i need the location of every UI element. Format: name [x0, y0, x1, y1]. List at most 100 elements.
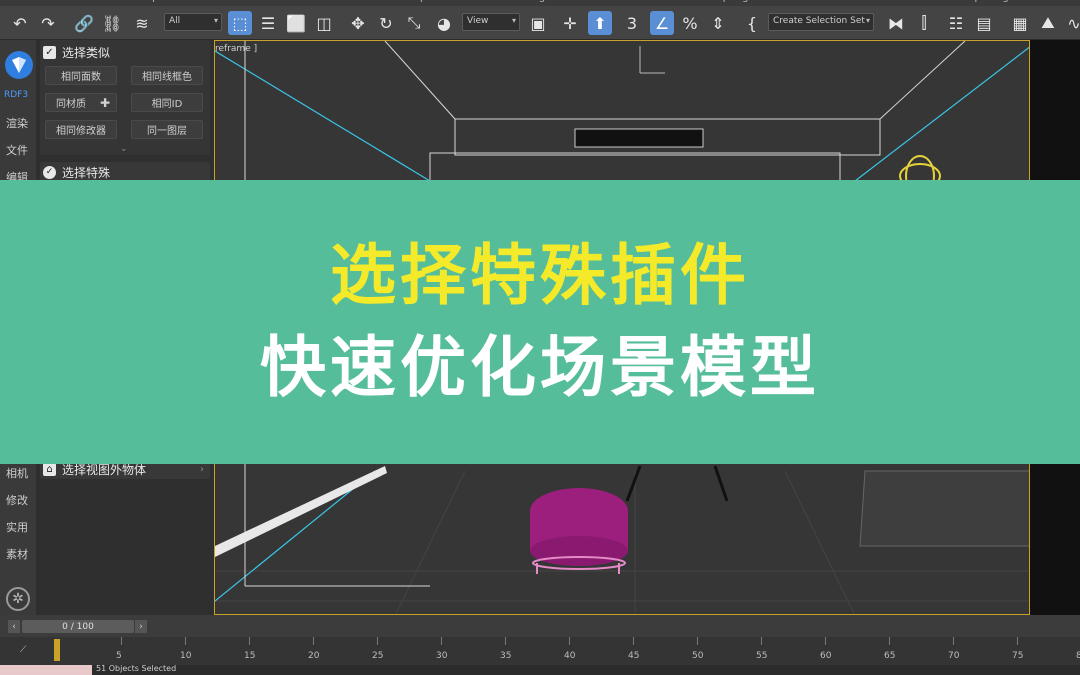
timeline-tick-label: 5 — [116, 651, 122, 661]
ribbon-icon[interactable]: ▦ — [1008, 11, 1032, 35]
maxscript-listener-mini[interactable] — [0, 665, 92, 675]
percent-snap-icon[interactable]: % — [678, 11, 702, 35]
toggle-layer-explorer-icon[interactable]: ▤ — [972, 11, 996, 35]
rail-tab-assets[interactable]: 素材 — [6, 546, 28, 562]
time-slider-handle[interactable]: 0 / 100 — [22, 620, 134, 633]
angle-snap-icon[interactable]: ∠ — [650, 11, 674, 35]
reference-coordinate-dropdown[interactable]: View — [462, 13, 520, 31]
rectangular-selection-icon[interactable]: ⬜ — [284, 11, 308, 35]
menu-item[interactable]: Civil View — [562, 0, 610, 3]
time-slider: ‹ 0 / 100 › — [0, 615, 1080, 637]
same-layer-button[interactable]: 同一图层 — [131, 120, 203, 139]
menu-item[interactable]: Arnold — [908, 0, 940, 3]
link-icon[interactable]: 🔗 — [72, 11, 96, 35]
curve-editor-icon[interactable]: ⛰ — [1036, 11, 1060, 35]
collapse-chevron-icon[interactable]: ⌄ — [120, 144, 128, 154]
rail-tab-modify[interactable]: 修改 — [6, 492, 28, 508]
chevron-right-icon[interactable]: › — [200, 464, 204, 475]
track-bar[interactable]: ⟋ 5 10 15 20 25 30 35 40 45 50 55 60 65 70 75 80 — [0, 637, 1080, 665]
select-special-title: 选择特殊 — [62, 165, 111, 180]
undo-icon[interactable]: ↶ — [8, 11, 32, 35]
spinner-snap-icon[interactable]: ⇕ — [706, 11, 730, 35]
timeline-tick-label: 50 — [692, 651, 704, 661]
menu-item[interactable]: Modifiers — [266, 0, 312, 3]
timeline-tick-label: 65 — [884, 651, 896, 661]
current-frame-marker[interactable] — [54, 639, 60, 661]
schematic-view-icon[interactable]: ∿ — [1062, 11, 1080, 35]
timeline-tick-label: 80 — [1076, 651, 1080, 661]
same-id-button[interactable]: 相同ID — [131, 93, 203, 112]
timeline-tick-label: 70 — [948, 651, 960, 661]
settings-gear-icon[interactable]: ✲ — [6, 587, 30, 611]
timeline-tick-label: 25 — [372, 651, 384, 661]
selection-filter-dropdown[interactable]: All — [164, 13, 222, 31]
select-object-icon[interactable]: ⬚ — [228, 11, 252, 35]
same-material-button[interactable]: 同材质 ✚ — [45, 93, 117, 112]
banner-headline: 选择特殊插件 — [330, 237, 750, 314]
same-face-count-button[interactable]: 相同面数 — [45, 66, 117, 85]
timeline-tick-label: 15 — [244, 651, 256, 661]
rail-tab-camera[interactable]: 相机 — [6, 465, 28, 481]
edit-named-selection-icon[interactable]: { — [740, 11, 764, 35]
move-icon[interactable]: ✥ — [346, 11, 370, 35]
rail-tab-utility[interactable]: 实用 — [6, 519, 28, 535]
placement-icon[interactable]: ◕ — [432, 11, 456, 35]
menu-item[interactable]: Scripting — [704, 0, 748, 3]
timeline-tick-label: 55 — [756, 651, 768, 661]
scale-icon[interactable]: ⤡ — [402, 11, 426, 35]
keyboard-shortcut-override-icon[interactable]: ⬆ — [588, 11, 612, 35]
select-manipulate-icon[interactable]: ✛ — [558, 11, 582, 35]
menu-item[interactable]: Interactive — [772, 0, 826, 3]
create-selection-set-dropdown[interactable]: Create Selection Set — [768, 13, 874, 31]
pivot-center-icon[interactable]: ▣ — [526, 11, 550, 35]
timeline-tick-label: 35 — [500, 651, 512, 661]
menu-item[interactable]: Tools — [84, 0, 109, 3]
curve-icon[interactable]: ⟋ — [20, 645, 26, 655]
select-similar-header[interactable]: ✓ 选择类似 — [40, 42, 210, 62]
checkbox-icon[interactable]: ✓ — [43, 45, 56, 59]
unlink-icon[interactable]: ⛓ — [100, 11, 124, 35]
timeline-tick-label: 20 — [308, 651, 320, 661]
rail-tab-render[interactable]: 渲染 — [6, 115, 28, 131]
menu-item[interactable]: Content — [852, 0, 892, 3]
menu-item[interactable]: Animation — [334, 0, 385, 3]
time-prev-icon[interactable]: ‹ — [8, 620, 20, 633]
timeline-tick — [441, 637, 442, 645]
menu-item[interactable]: Graph Editors — [402, 0, 471, 3]
check-circle-icon[interactable]: ✓ — [43, 165, 56, 179]
home-icon[interactable]: ⌂ — [43, 462, 56, 476]
timeline-tick — [313, 637, 314, 645]
menu-item[interactable]: Ego-Work — [996, 0, 1044, 3]
menu-item[interactable]: Rendering — [494, 0, 545, 3]
rail-tab-file[interactable]: 文件 — [6, 142, 28, 158]
redo-icon[interactable]: ↷ — [36, 11, 60, 35]
select-by-name-icon[interactable]: ☰ — [256, 11, 280, 35]
rotate-icon[interactable]: ↻ — [374, 11, 398, 35]
plus-icon[interactable]: ✚ — [100, 96, 110, 110]
time-next-icon[interactable]: › — [135, 620, 147, 633]
menu-item[interactable]: Customize — [636, 0, 689, 3]
window-crossing-icon[interactable]: ◫ — [312, 11, 336, 35]
align-icon[interactable]: ⫿ — [912, 11, 936, 35]
snaps-toggle-icon[interactable]: 3 — [620, 11, 644, 35]
selection-status-text: 51 Objects Selected — [96, 664, 177, 673]
select-similar-title: 选择类似 — [62, 45, 111, 60]
mirror-icon[interactable]: ⧓ — [884, 11, 908, 35]
menu-item[interactable]: Help — [958, 0, 981, 3]
timeline-tick — [889, 637, 890, 645]
select-special-header[interactable]: ✓ 选择特殊 — [40, 162, 210, 182]
promo-banner: 选择特殊插件 快速优化场景模型 — [0, 180, 1080, 464]
menu-item[interactable]: Views — [172, 0, 201, 3]
timeline-tick — [825, 637, 826, 645]
menu-item[interactable]: Edit — [46, 0, 65, 3]
same-wire-color-button[interactable]: 相同线框色 — [131, 66, 203, 85]
plugin-logo-icon[interactable] — [5, 51, 33, 79]
menu-item[interactable]: Create — [216, 0, 249, 3]
same-modifier-button[interactable]: 相同修改器 — [45, 120, 117, 139]
same-material-label: 同材质 — [56, 99, 86, 110]
menu-item[interactable]: File — [8, 0, 25, 3]
main-toolbar: ↶ ↷ 🔗 ⛓ ≋ All ⬚ ☰ ⬜ ◫ ✥ ↻ ⤡ ◕ View ▣ ✛ ⬆… — [0, 6, 1080, 40]
menu-item[interactable]: Group — [128, 0, 158, 3]
bind-spacewarp-icon[interactable]: ≋ — [130, 11, 154, 35]
toggle-scene-explorer-icon[interactable]: ☷ — [944, 11, 968, 35]
